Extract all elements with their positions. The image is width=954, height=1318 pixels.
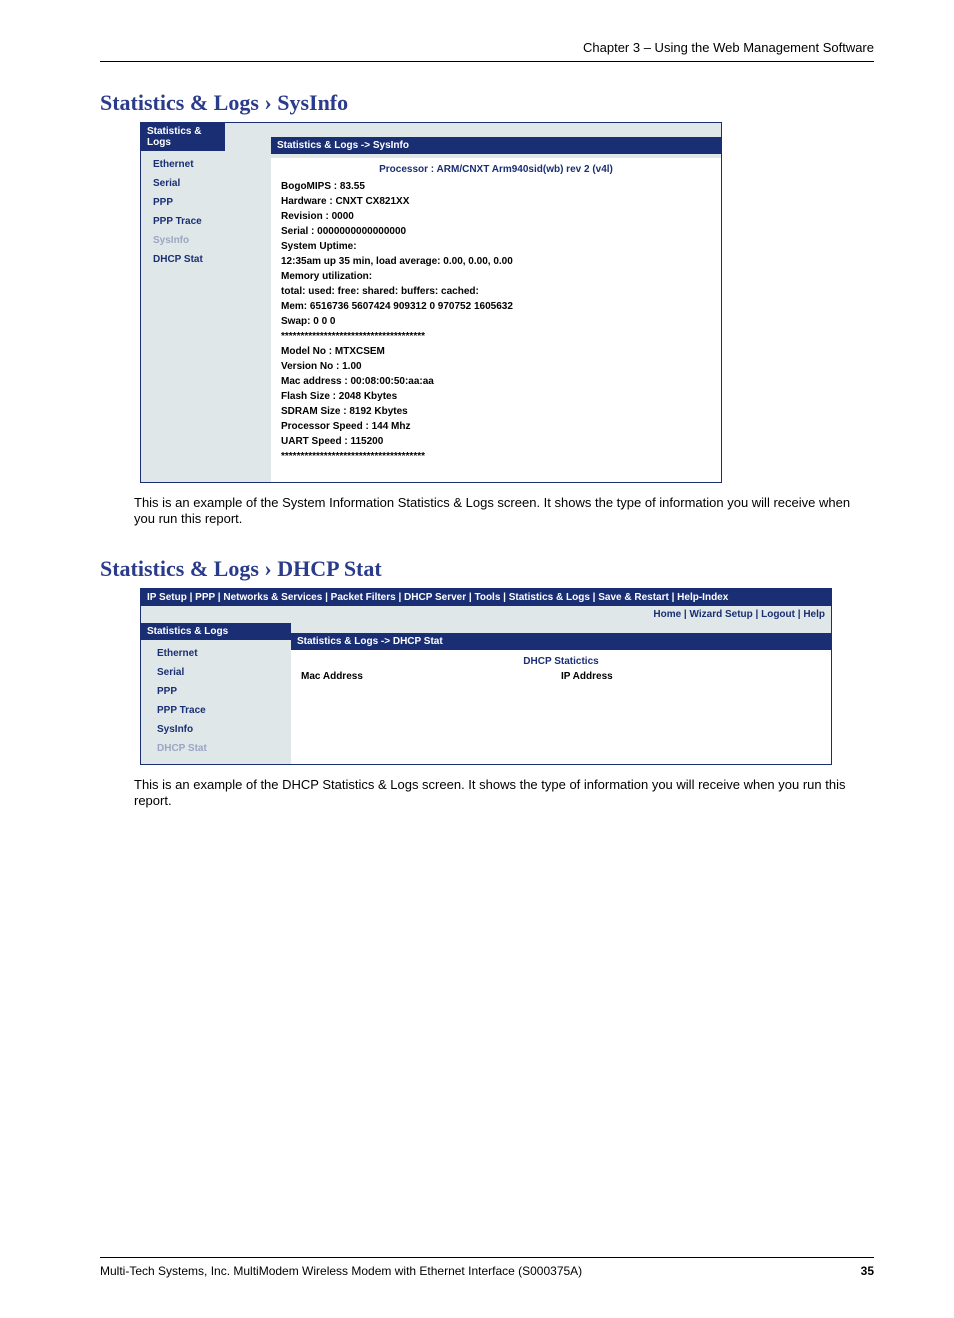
sidebar-item[interactable]: PPP Trace (153, 214, 271, 233)
info-line: Mac address : 00:08:00:50:aa:aa (281, 374, 711, 389)
info-line: SDRAM Size : 8192 Kbytes (281, 404, 711, 419)
info-line: System Uptime: (281, 239, 711, 254)
dhcp-title: DHCP Statictics (301, 656, 821, 667)
processor-line: Processor : ARM/CNXT Arm940sid(wb) rev 2… (281, 164, 711, 175)
info-line: Version No : 1.00 (281, 359, 711, 374)
section-heading-sysinfo: Statistics & Logs › SysInfo (100, 90, 874, 116)
screenshot-sysinfo: Statistics & Logs EthernetSerialPPPPPP T… (140, 122, 722, 483)
info-line: Serial : 0000000000000000 (281, 224, 711, 239)
sidebar-item[interactable]: Serial (157, 665, 291, 684)
sidebar-item[interactable]: DHCP Stat (157, 741, 291, 760)
sidebar-tab[interactable]: Statistics & Logs (141, 623, 291, 640)
info-line: Hardware : CNXT CX821XX (281, 194, 711, 209)
footer-text: Multi-Tech Systems, Inc. MultiModem Wire… (100, 1264, 582, 1278)
sub-nav[interactable]: Home | Wizard Setup | Logout | Help (141, 606, 831, 623)
top-nav[interactable]: IP Setup | PPP | Networks & Services | P… (141, 589, 831, 606)
sidebar-item[interactable]: DHCP Stat (153, 252, 271, 271)
sidebar-item[interactable]: SysInfo (157, 722, 291, 741)
col-ip: IP Address (561, 671, 821, 682)
sidebar-item[interactable]: SysInfo (153, 233, 271, 252)
sysinfo-description: This is an example of the System Informa… (134, 495, 874, 528)
sidebar-tab[interactable]: Statistics & Logs (141, 123, 225, 151)
info-line: Revision : 0000 (281, 209, 711, 224)
info-line: UART Speed : 115200 (281, 434, 711, 449)
info-line: BogoMIPS : 83.55 (281, 179, 711, 194)
info-line: ************************************* (281, 329, 711, 344)
info-line: Flash Size : 2048 Kbytes (281, 389, 711, 404)
info-line: Swap: 0 0 0 (281, 314, 711, 329)
content-bar: Statistics & Logs -> SysInfo (271, 137, 721, 154)
page-number: 35 (861, 1264, 874, 1278)
sidebar-item[interactable]: Serial (153, 176, 271, 195)
section-heading-dhcp: Statistics & Logs › DHCP Stat (100, 556, 874, 582)
sidebar-item[interactable]: PPP Trace (157, 703, 291, 722)
chapter-header: Chapter 3 – Using the Web Management Sof… (100, 40, 874, 62)
col-mac: Mac Address (301, 671, 561, 682)
sidebar-item[interactable]: PPP (153, 195, 271, 214)
info-line: Model No : MTXCSEM (281, 344, 711, 359)
sidebar-item[interactable]: PPP (157, 684, 291, 703)
content-bar: Statistics & Logs -> DHCP Stat (291, 633, 831, 650)
sidebar-item[interactable]: Ethernet (157, 646, 291, 665)
info-line: ************************************* (281, 449, 711, 464)
info-line: Memory utilization: (281, 269, 711, 284)
info-line: total: used: free: shared: buffers: cach… (281, 284, 711, 299)
info-line: Processor Speed : 144 Mhz (281, 419, 711, 434)
dhcp-description: This is an example of the DHCP Statistic… (134, 777, 874, 810)
info-line: 12:35am up 35 min, load average: 0.00, 0… (281, 254, 711, 269)
sidebar-item[interactable]: Ethernet (153, 157, 271, 176)
screenshot-dhcp: IP Setup | PPP | Networks & Services | P… (140, 588, 832, 765)
info-line: Mem: 6516736 5607424 909312 0 970752 160… (281, 299, 711, 314)
